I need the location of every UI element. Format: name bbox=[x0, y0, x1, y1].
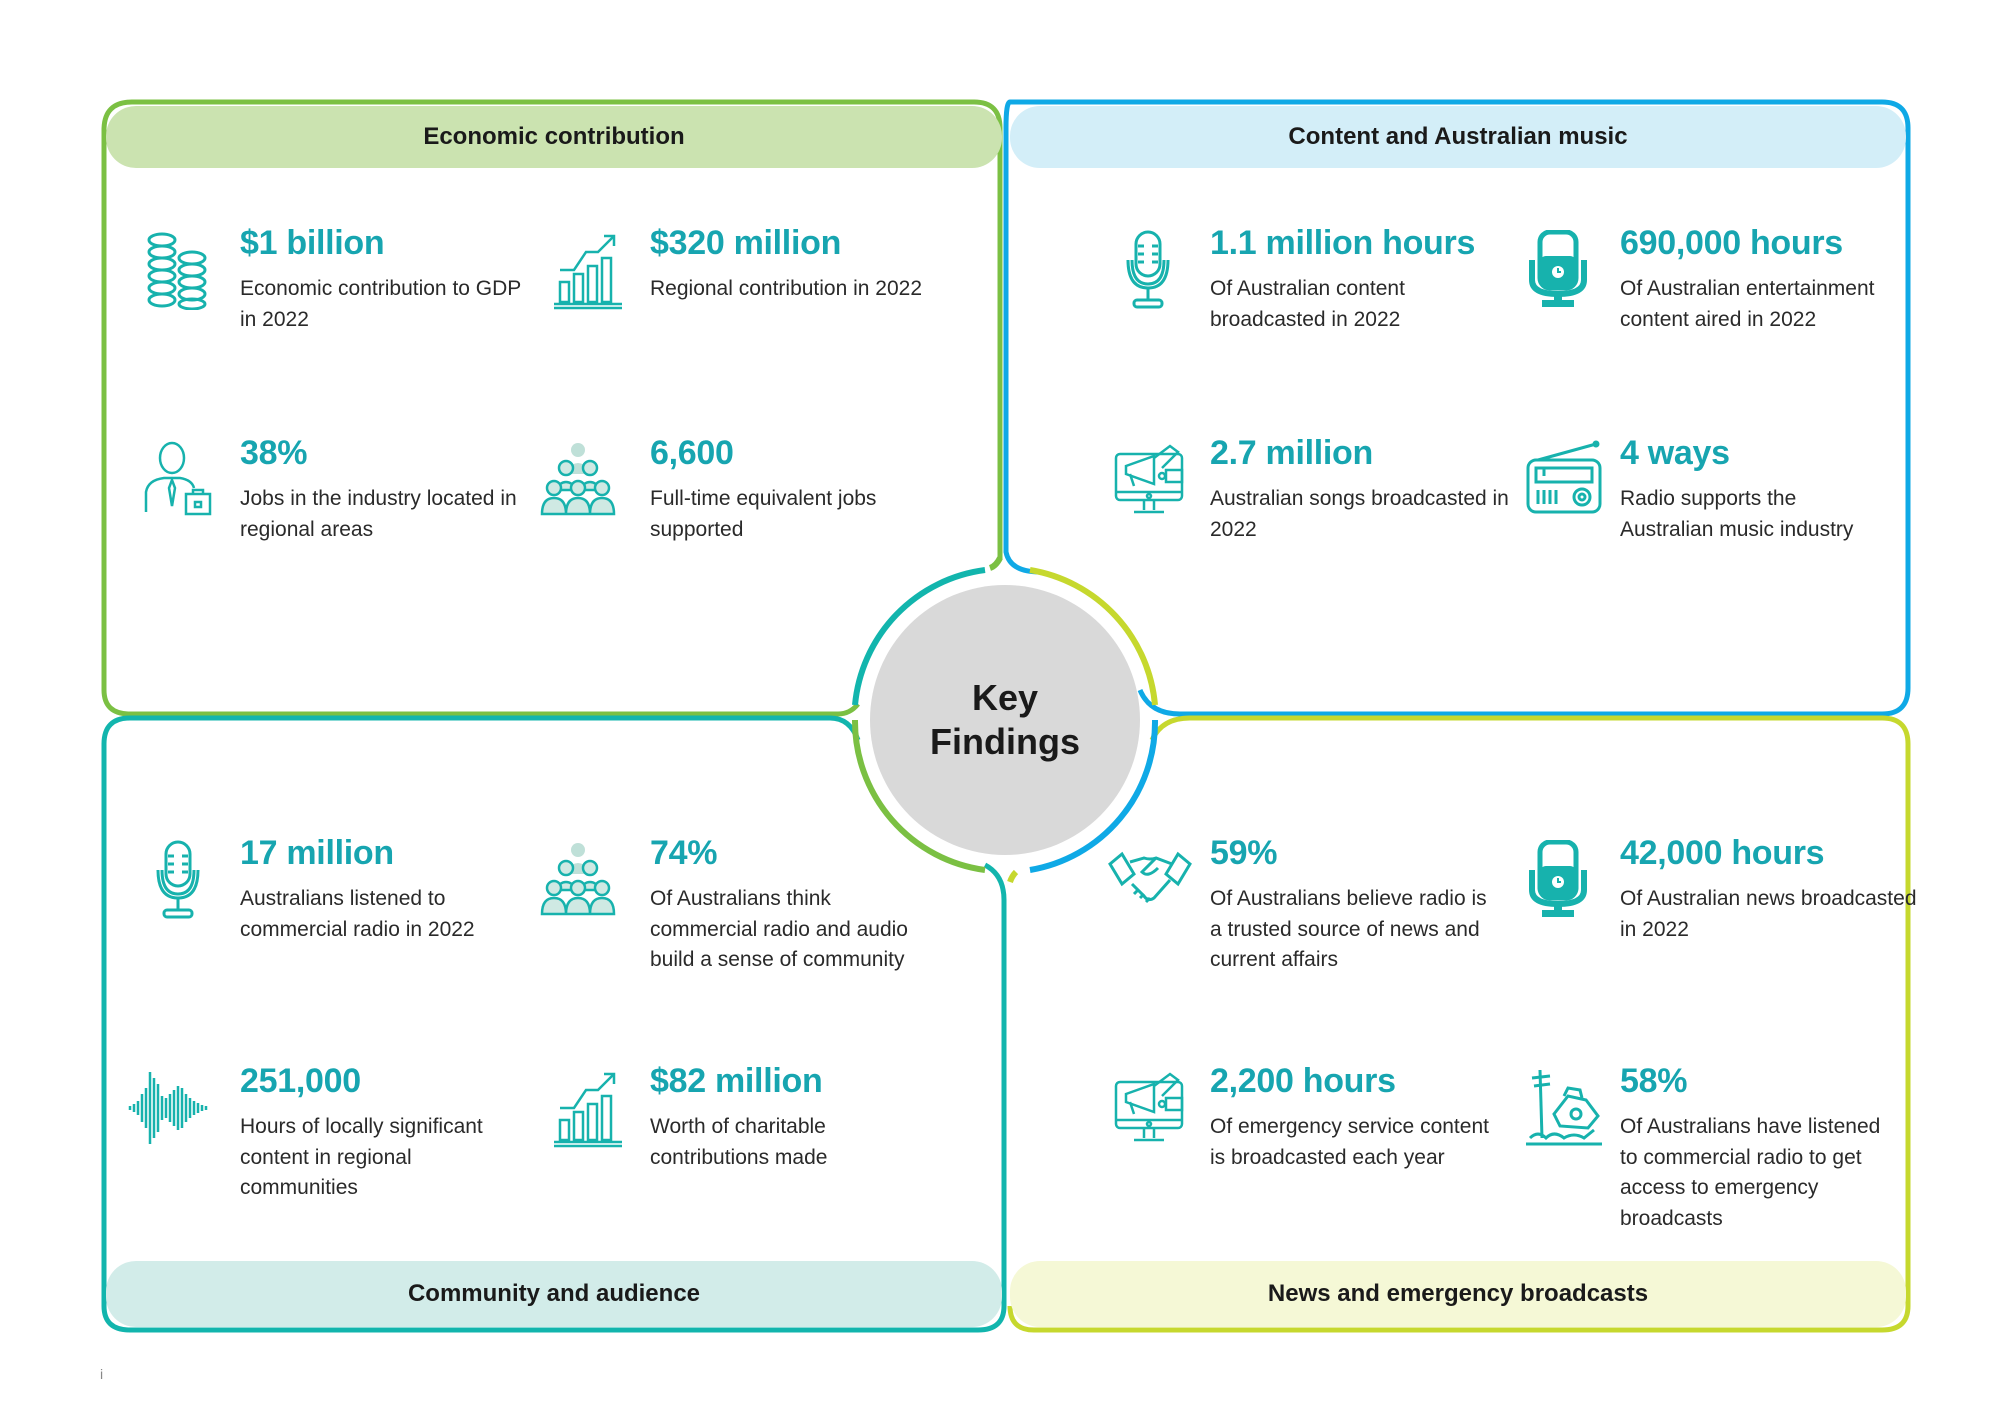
content-frame-inner bbox=[1003, 99, 1041, 575]
growth-chart-icon bbox=[552, 1068, 624, 1148]
stat-description: Of Australian news broadcasted in 2022 bbox=[1620, 887, 1917, 941]
section-title-community: Community and audience bbox=[106, 1261, 1002, 1327]
stat-value: 58% bbox=[1620, 1062, 1688, 1100]
stat-value: 690,000 hours bbox=[1620, 224, 1843, 262]
stat-value: 17 million bbox=[240, 834, 394, 872]
key-findings-infographic: Economic contribution Content and Austra… bbox=[0, 0, 2000, 1425]
key-findings-circle: Key Findings bbox=[870, 585, 1140, 855]
stat-description: Of emergency service content is broadcas… bbox=[1210, 1115, 1489, 1169]
stat-value: $82 million bbox=[650, 1062, 823, 1100]
stat-description: Australian songs broadcasted in 2022 bbox=[1210, 487, 1509, 541]
people-group-icon bbox=[536, 840, 620, 920]
ring-lime-tick bbox=[1007, 869, 1019, 884]
microphone-icon bbox=[1112, 230, 1184, 310]
sound-wave-icon bbox=[124, 1068, 220, 1148]
stat-value: 2,200 hours bbox=[1210, 1062, 1396, 1100]
monitor-megaphone-icon bbox=[1112, 1068, 1192, 1148]
stat-description: Hours of locally significant content in … bbox=[240, 1115, 483, 1199]
microphone-icon bbox=[142, 840, 214, 920]
stat-description: Full-time equivalent jobs supported bbox=[650, 487, 877, 541]
radio-icon bbox=[1522, 440, 1606, 520]
podcast-mic-icon bbox=[1522, 840, 1594, 920]
stat-description: Economic contribution to GDP in 2022 bbox=[240, 277, 521, 331]
stat-value: 251,000 bbox=[240, 1062, 361, 1100]
stat-description: Of Australian content broadcasted in 202… bbox=[1210, 277, 1405, 331]
news-frame bbox=[1007, 715, 1911, 1333]
stat-value: 42,000 hours bbox=[1620, 834, 1825, 872]
stat-description: Of Australians have listened to commerci… bbox=[1620, 1115, 1881, 1230]
content-frame bbox=[1010, 99, 1911, 717]
stat-description: Jobs in the industry located in regional… bbox=[240, 487, 517, 541]
stat-value: $1 billion bbox=[240, 224, 385, 262]
stat-description: Australians listened to commercial radio… bbox=[240, 887, 475, 941]
page-number: i bbox=[100, 1366, 104, 1382]
stat-value: 2.7 million bbox=[1210, 434, 1373, 472]
stat-value: 74% bbox=[650, 834, 718, 872]
stat-value: 59% bbox=[1210, 834, 1278, 872]
center-title-line1: Key bbox=[971, 677, 1039, 718]
disaster-house-icon bbox=[1522, 1068, 1606, 1148]
businessman-icon bbox=[142, 440, 214, 520]
community-frame bbox=[101, 715, 1007, 1333]
section-title-content: Content and Australian music bbox=[1010, 106, 1906, 168]
ring-green-tick bbox=[988, 556, 1003, 571]
section-title-economic: Economic contribution bbox=[106, 106, 1002, 168]
growth-chart-icon bbox=[552, 230, 624, 310]
stat-description: Of Australian entertainment content aire… bbox=[1620, 277, 1875, 331]
stat-description: Radio supports the Australian music indu… bbox=[1620, 487, 1854, 541]
stat-value: 1.1 million hours bbox=[1210, 224, 1476, 262]
people-group-icon bbox=[536, 440, 620, 520]
center-title-line2: Findings bbox=[930, 721, 1080, 762]
stat-value: 6,600 bbox=[650, 434, 734, 472]
stat-value: 4 ways bbox=[1620, 434, 1730, 472]
podcast-mic-icon bbox=[1522, 230, 1594, 310]
monitor-megaphone-icon bbox=[1112, 440, 1192, 520]
stat-description: Worth of charitable contributions made bbox=[650, 1115, 828, 1169]
section-title-news: News and emergency broadcasts bbox=[1010, 1261, 1906, 1327]
stat-value: 38% bbox=[240, 434, 308, 472]
stat-description: Regional contribution in 2022 bbox=[650, 277, 923, 300]
stat-description: Of Australians think commercial radio an… bbox=[650, 887, 908, 971]
stat-description: Of Australians believe radio is a truste… bbox=[1210, 887, 1487, 971]
economic-frame bbox=[101, 99, 1003, 717]
coins-stack-icon bbox=[142, 230, 214, 310]
stat-value: $320 million bbox=[650, 224, 842, 262]
handshake-icon bbox=[1108, 840, 1192, 920]
